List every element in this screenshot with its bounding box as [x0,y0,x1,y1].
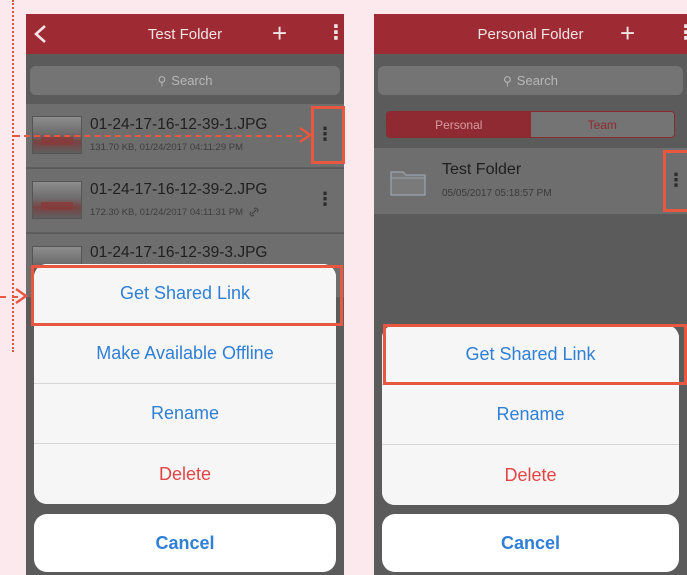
more-vertical-icon[interactable]: ⋮ [676,22,687,44]
file-meta: 172.30 KB, 01/24/2017 04:11:31 PM [90,207,259,218]
file-name: 01-24-17-16-12-39-3.JPG [90,244,268,261]
file-row[interactable]: 01-24-17-16-12-39-2.JPG 172.30 KB, 01/24… [26,169,344,233]
left-phone-screen: Test Folder + ⋮ ⚲ Search 01-24-17-16-12-… [26,14,344,575]
page-title: Personal Folder [477,25,584,43]
tab-personal[interactable]: Personal [387,112,531,137]
back-chevron-icon[interactable] [32,24,50,44]
rename-button[interactable]: Rename [382,385,679,445]
personal-team-segmented-control: Personal Team [386,111,675,138]
more-vertical-icon[interactable]: ⋮ [667,170,685,191]
arrow-head-icon [15,288,28,304]
rename-button[interactable]: Rename [34,384,336,444]
link-icon [249,207,259,217]
file-name: 01-24-17-16-12-39-2.JPG [90,181,268,198]
cancel-button[interactable]: Cancel [382,514,679,572]
search-icon: ⚲ [157,73,167,88]
search-input[interactable]: ⚲ Search [378,66,683,95]
action-sheet: Get Shared Link Rename Delete [382,325,679,505]
folder-icon [390,171,426,196]
search-placeholder: Search [516,73,558,88]
tab-team[interactable]: Team [530,112,674,137]
file-meta-text: 172.30 KB, 01/24/2017 04:11:31 PM [90,207,243,218]
delete-button[interactable]: Delete [382,445,679,505]
more-vertical-icon[interactable]: ⋮ [316,124,334,145]
cancel-button[interactable]: Cancel [34,514,336,572]
get-shared-link-button[interactable]: Get Shared Link [34,264,336,324]
search-icon: ⚲ [503,73,512,88]
more-vertical-icon[interactable]: ⋮ [326,22,344,44]
make-available-offline-button[interactable]: Make Available Offline [34,324,336,384]
plus-icon[interactable]: + [620,19,635,47]
navigation-bar: Personal Folder + ⋮ [374,14,687,54]
right-phone-screen: Personal Folder + ⋮ ⚲ Search Personal Te… [374,14,687,575]
more-vertical-icon[interactable]: ⋮ [316,189,334,210]
page-title: Test Folder [147,25,223,43]
image-thumbnail [32,181,82,219]
search-input[interactable]: ⚲ Search [30,66,340,95]
arrow-head-icon [299,127,312,143]
folder-meta: 05/05/2017 05:18:57 PM [442,188,552,199]
tutorial-figure: Test Folder + ⋮ ⚲ Search 01-24-17-16-12-… [0,0,687,575]
navigation-bar: Test Folder + ⋮ [26,14,344,54]
search-placeholder: Search [171,73,213,88]
file-name: 01-24-17-16-12-39-1.JPG [90,116,268,133]
folder-row[interactable]: Test Folder 05/05/2017 05:18:57 PM ⋮ [374,148,687,214]
folder-name: Test Folder [442,161,522,178]
action-sheet: Get Shared Link Make Available Offline R… [34,264,336,504]
plus-icon[interactable]: + [272,19,287,47]
get-shared-link-button[interactable]: Get Shared Link [382,325,679,385]
delete-button[interactable]: Delete [34,444,336,504]
dashed-arrow-line [14,135,302,137]
file-meta: 131.70 KB, 01/24/2017 04:11:29 PM [90,142,243,153]
